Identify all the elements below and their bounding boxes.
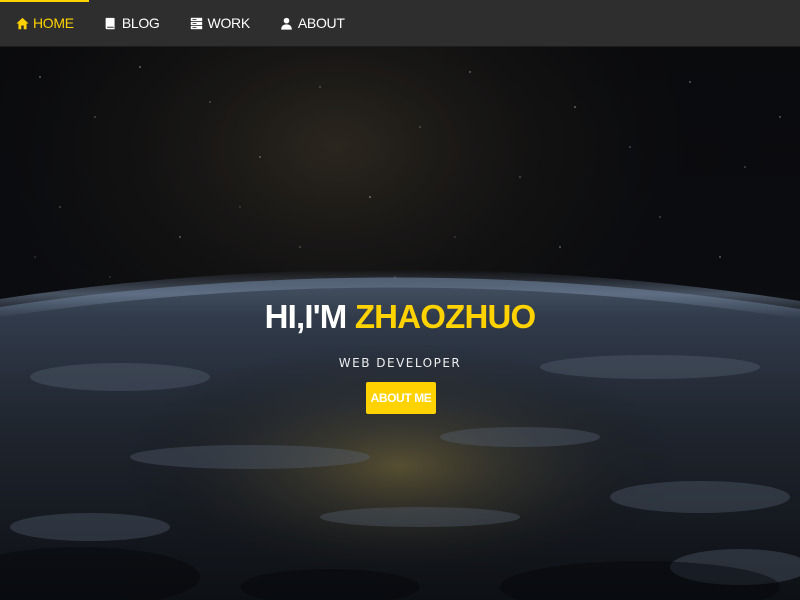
nav-item-label: WORK bbox=[207, 15, 251, 31]
about-me-button[interactable]: ABOUT ME bbox=[366, 382, 436, 414]
nav-item-work[interactable]: WORK bbox=[175, 0, 265, 47]
hero-section: HI,I'M ZHAOZHUO WEB DEVELOPER ABOUT ME bbox=[0, 47, 800, 600]
nav-item-label: ABOUT bbox=[297, 15, 345, 31]
nav-item-about[interactable]: ABOUT bbox=[265, 0, 360, 47]
book-icon bbox=[104, 16, 118, 30]
hero-title-prefix: HI,I'M bbox=[264, 298, 355, 335]
user-icon bbox=[280, 16, 294, 30]
nav-item-label: HOME bbox=[33, 15, 74, 31]
hero-title: HI,I'M ZHAOZHUO bbox=[0, 297, 800, 337]
home-icon bbox=[15, 16, 29, 30]
nav-item-label: BLOG bbox=[121, 15, 160, 31]
hero-title-name: ZHAOZHUO bbox=[354, 298, 536, 335]
nav-item-home[interactable]: HOME bbox=[0, 0, 89, 47]
top-navbar: HOME BLOG WORK ABOUT bbox=[0, 0, 800, 47]
server-icon bbox=[190, 16, 204, 30]
hero-content: HI,I'M ZHAOZHUO WEB DEVELOPER ABOUT ME bbox=[0, 47, 800, 600]
nav-item-blog[interactable]: BLOG bbox=[89, 0, 175, 47]
hero-subtitle: WEB DEVELOPER bbox=[338, 356, 462, 370]
